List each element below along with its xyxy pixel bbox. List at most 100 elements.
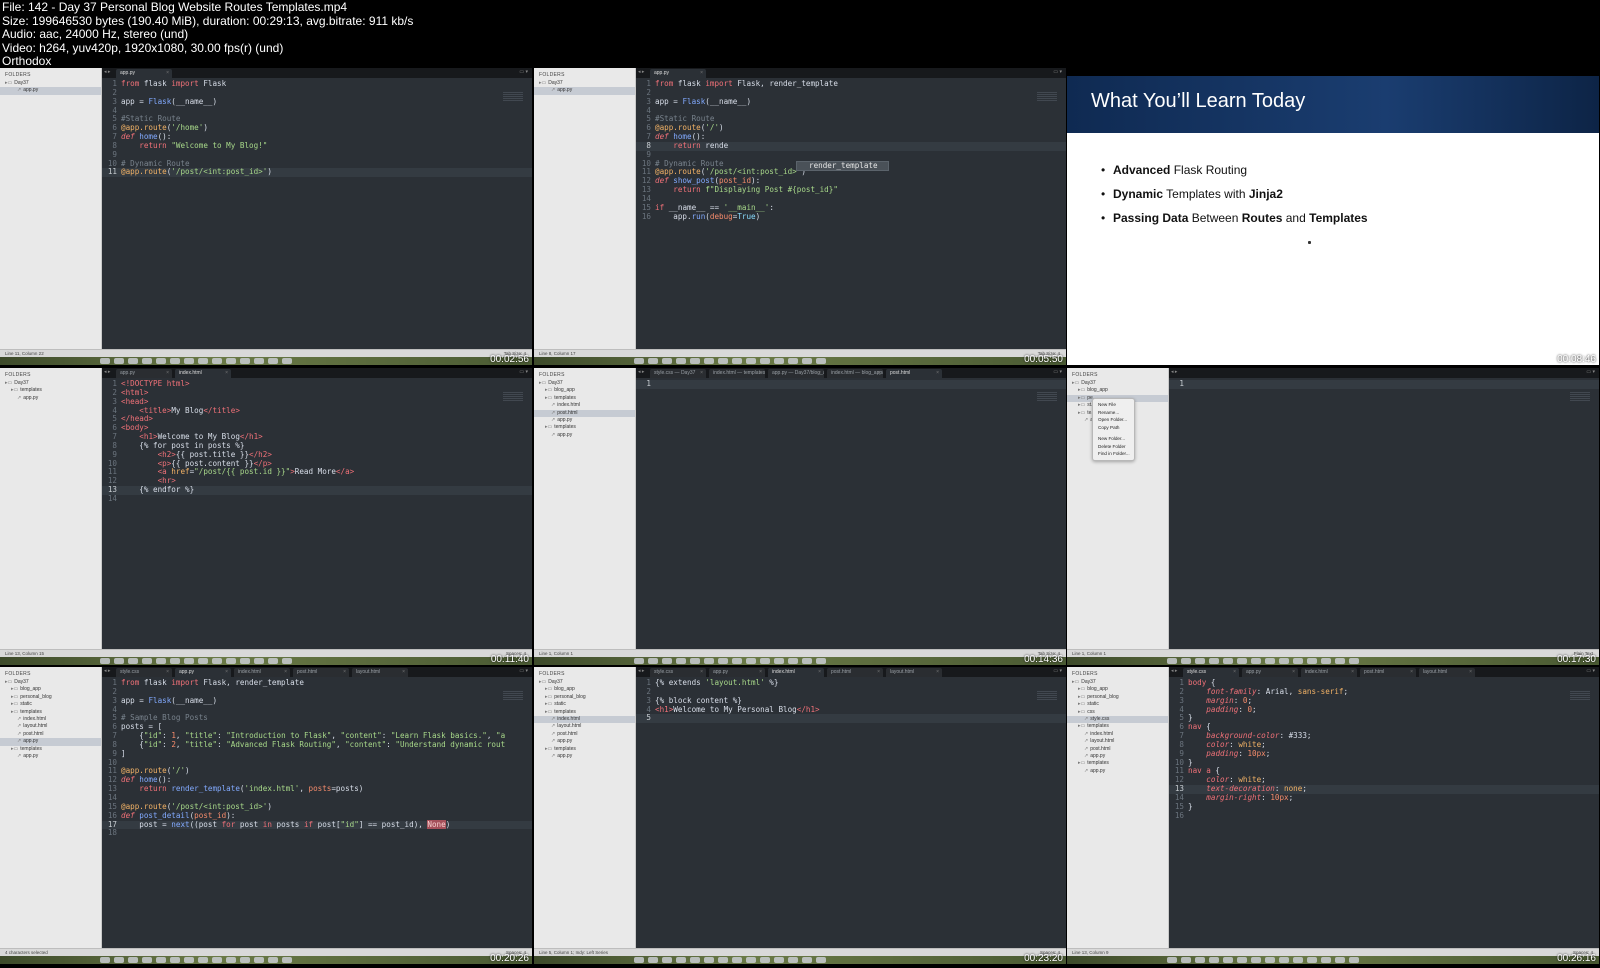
- sidebar-item[interactable]: ▸▭ blog_app: [534, 387, 635, 394]
- close-icon[interactable]: ×: [700, 69, 703, 78]
- code-editor[interactable]: 1 {% extends 'layout.html' %} 2 3 {% block c…: [636, 677, 1066, 948]
- sidebar-item[interactable]: ▸▭ templates: [534, 395, 635, 402]
- dock-app-icon[interactable]: [732, 957, 742, 963]
- context-menu-item[interactable]: New Folder...: [1093, 435, 1134, 443]
- dock-app-icon[interactable]: [226, 957, 236, 963]
- context-menu-item[interactable]: Open Folder...: [1093, 416, 1134, 424]
- sidebar-item[interactable]: ▸▭ static: [534, 701, 635, 708]
- sidebar-item[interactable]: ↗ layout.html: [1067, 738, 1168, 745]
- sidebar-item[interactable]: ▸▭ Day37: [1067, 679, 1168, 686]
- close-icon[interactable]: ×: [936, 369, 939, 378]
- dock-app-icon[interactable]: [170, 658, 180, 664]
- dock-app-icon[interactable]: [1335, 658, 1345, 664]
- dock-app-icon[interactable]: [1167, 658, 1177, 664]
- editor-tab[interactable]: app.py ×: [175, 668, 231, 677]
- sidebar-item[interactable]: ↗ app.py: [534, 432, 635, 439]
- minimap[interactable]: [1037, 92, 1057, 101]
- video-thumbnail[interactable]: FOLDERS ▸▭ Day37 ▸▭ blog_app ▸▭ templates ↗ inde…: [534, 368, 1066, 665]
- sidebar-item[interactable]: ↗ app.py: [0, 753, 101, 760]
- dock-app-icon[interactable]: [142, 957, 152, 963]
- context-menu-item[interactable]: Find in Folder...: [1093, 450, 1134, 458]
- editor-tab[interactable]: app.py — Day37/blog_app×: [768, 369, 824, 378]
- code-editor[interactable]: 1: [1169, 378, 1599, 649]
- dock-app-icon[interactable]: [1181, 658, 1191, 664]
- dock-app-icon[interactable]: [1321, 957, 1331, 963]
- tab-nav-arrows-icon[interactable]: ◂ ▸: [638, 668, 644, 674]
- sidebar-item[interactable]: ↗ layout.html: [534, 723, 635, 730]
- dock-app-icon[interactable]: [156, 658, 166, 664]
- close-icon[interactable]: ×: [225, 369, 228, 378]
- dock-app-icon[interactable]: [760, 358, 770, 364]
- sidebar-item[interactable]: ▸▭ personal_blog: [1067, 694, 1168, 701]
- close-icon[interactable]: ×: [166, 369, 169, 378]
- code-editor[interactable]: 1 <!DOCTYPE html> 2 <html> 3 <head> 4 <title>M…: [102, 378, 532, 649]
- editor-tab[interactable]: app.py ×: [650, 69, 706, 78]
- sidebar-item[interactable]: ▸▭ templates: [534, 709, 635, 716]
- sidebar-item[interactable]: ▸▭ templates: [1067, 760, 1168, 767]
- close-icon[interactable]: ×: [877, 668, 880, 677]
- sidebar-item[interactable]: ▸▭ templates: [534, 746, 635, 753]
- sidebar-item[interactable]: ▸▭ templates: [0, 709, 101, 716]
- dock-app-icon[interactable]: [690, 658, 700, 664]
- close-icon[interactable]: ×: [284, 668, 287, 677]
- dock-app-icon[interactable]: [254, 358, 264, 364]
- video-thumbnail[interactable]: FOLDERS ▸▭ Day37 ▸▭ blog_app ▸▭ personal_blog ▸…: [1067, 667, 1599, 964]
- dock-app-icon[interactable]: [282, 358, 292, 364]
- close-icon[interactable]: ×: [225, 668, 228, 677]
- dock-app-icon[interactable]: [156, 358, 166, 364]
- dock-app-icon[interactable]: [282, 658, 292, 664]
- dock-app-icon[interactable]: [254, 658, 264, 664]
- dock-app-icon[interactable]: [240, 957, 250, 963]
- dock-app-icon[interactable]: [1293, 957, 1303, 963]
- editor-tab[interactable]: layout.html ×: [352, 668, 408, 677]
- close-icon[interactable]: ×: [1469, 668, 1472, 677]
- tab-nav-arrows-icon[interactable]: ◂ ▸: [1171, 668, 1177, 674]
- dock-app-icon[interactable]: [816, 358, 826, 364]
- sidebar-item[interactable]: ▸▭ blog_app: [534, 686, 635, 693]
- sidebar-item[interactable]: ▸▭ templates: [0, 746, 101, 753]
- tab-nav-arrows-icon[interactable]: ◂ ▸: [638, 69, 644, 75]
- code-editor[interactable]: 1 from flask import Flask, render_templat…: [636, 78, 1066, 349]
- close-icon[interactable]: ×: [877, 369, 880, 378]
- window-controls-icon[interactable]: ▭ ▾: [1586, 369, 1595, 375]
- dock-app-icon[interactable]: [788, 957, 798, 963]
- video-thumbnail[interactable]: FOLDERS ▸▭ Day37 ▸▭ templates ↗ app.py ◂ ▸ app.p…: [0, 368, 532, 665]
- dock-app-icon[interactable]: [268, 358, 278, 364]
- sidebar-item[interactable]: ▸▭ blog_app: [1067, 686, 1168, 693]
- dock-app-icon[interactable]: [184, 358, 194, 364]
- close-icon[interactable]: ×: [759, 668, 762, 677]
- sidebar-item[interactable]: ↗ app.py: [1067, 753, 1168, 760]
- close-icon[interactable]: ×: [343, 668, 346, 677]
- dock-app-icon[interactable]: [142, 358, 152, 364]
- dock-app-icon[interactable]: [254, 957, 264, 963]
- dock-app-icon[interactable]: [156, 957, 166, 963]
- close-icon[interactable]: ×: [818, 668, 821, 677]
- sidebar-item[interactable]: ↗ app.py: [0, 87, 101, 95]
- editor-tab[interactable]: index.html — templates ×: [709, 369, 765, 378]
- dock-app-icon[interactable]: [114, 358, 124, 364]
- sidebar-item[interactable]: ↗ app.py: [534, 753, 635, 760]
- video-thumbnail[interactable]: FOLDERS ▸▭ Day37 ↗ app.py ◂ ▸ app.py × ▭ ▾ 1 from …: [0, 68, 532, 365]
- dock-app-icon[interactable]: [718, 957, 728, 963]
- tab-nav-arrows-icon[interactable]: ◂ ▸: [104, 69, 110, 75]
- minimap[interactable]: [1570, 691, 1590, 700]
- sidebar-item[interactable]: ↗ index.html: [534, 402, 635, 409]
- close-icon[interactable]: ×: [1410, 668, 1413, 677]
- dock-app-icon[interactable]: [704, 957, 714, 963]
- window-controls-icon[interactable]: ▭ ▾: [519, 69, 528, 75]
- sidebar-item[interactable]: ↗ layout.html: [0, 723, 101, 730]
- dock-app-icon[interactable]: [268, 658, 278, 664]
- dock-app-icon[interactable]: [198, 358, 208, 364]
- dock-app-icon[interactable]: [100, 358, 110, 364]
- sidebar-item[interactable]: ↗ post.html: [0, 731, 101, 738]
- dock-app-icon[interactable]: [198, 658, 208, 664]
- minimap[interactable]: [1037, 392, 1057, 401]
- dock-app-icon[interactable]: [634, 658, 644, 664]
- dock-app-icon[interactable]: [212, 658, 222, 664]
- dock-app-icon[interactable]: [1265, 658, 1275, 664]
- editor-tab[interactable]: index.html ×: [234, 668, 290, 677]
- dock-app-icon[interactable]: [100, 658, 110, 664]
- close-icon[interactable]: ×: [166, 668, 169, 677]
- dock-app-icon[interactable]: [676, 358, 686, 364]
- close-icon[interactable]: ×: [1233, 668, 1236, 677]
